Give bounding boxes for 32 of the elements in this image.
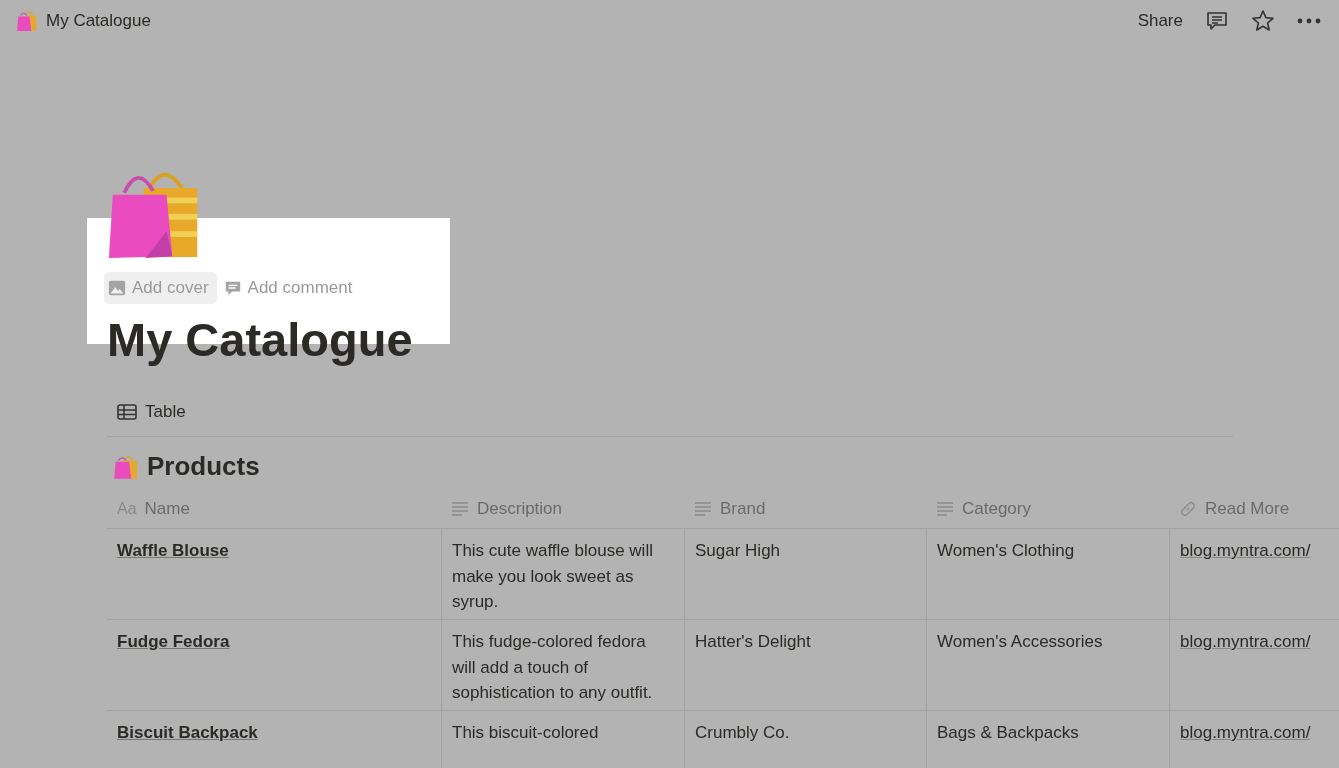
row-title-link[interactable]: Biscuit Backpack bbox=[117, 723, 258, 742]
table-cell-text: Crumbly Co. bbox=[695, 722, 791, 744]
url-link[interactable]: blog.myntra.com/ bbox=[1180, 541, 1311, 560]
shopping-bags-icon bbox=[16, 10, 38, 32]
page-heading: My Catalogue bbox=[107, 312, 414, 368]
comment-icon bbox=[223, 279, 242, 297]
table-cell-text: Bags & Backpacks bbox=[937, 722, 1080, 744]
table-cell-text: Hatter's Delight bbox=[695, 631, 812, 653]
table-cell-text: This fudge-colored fedora will add a touch of sophistication to any outfit. bbox=[452, 631, 654, 704]
url-link[interactable]: blog.myntra.com/ bbox=[1180, 632, 1311, 651]
url-link[interactable]: blog.myntra.com/ bbox=[1180, 723, 1311, 742]
table-cell-text: Women's Accessories bbox=[937, 631, 1104, 653]
table-cell-text: Sugar High bbox=[695, 540, 782, 562]
lines-icon bbox=[936, 501, 954, 517]
row-title-link[interactable]: Fudge Fedora bbox=[117, 632, 230, 651]
table-cell-text: Women's Clothing bbox=[937, 540, 1076, 562]
star-icon[interactable] bbox=[1251, 9, 1275, 33]
database-title: Products bbox=[147, 451, 260, 482]
lines-icon bbox=[694, 501, 712, 517]
page-title[interactable]: My Catalogue bbox=[46, 11, 151, 31]
table-icon bbox=[117, 404, 137, 420]
shopping-bags-icon bbox=[113, 453, 139, 480]
comment-icon[interactable] bbox=[1205, 9, 1229, 33]
row-title-link[interactable]: Waffle Blouse bbox=[117, 541, 229, 560]
more-icon[interactable] bbox=[1297, 17, 1321, 25]
share-button[interactable]: Share bbox=[1137, 11, 1183, 31]
table-cell-text: This biscuit-colored bbox=[452, 722, 600, 744]
lines-icon bbox=[451, 501, 469, 517]
image-icon bbox=[108, 279, 126, 297]
table-cell-text: This cute waffle blouse will make you look sweet as syrup. bbox=[452, 540, 654, 613]
table-view-tab[interactable]: Table bbox=[107, 398, 196, 426]
link-icon bbox=[1179, 501, 1197, 517]
